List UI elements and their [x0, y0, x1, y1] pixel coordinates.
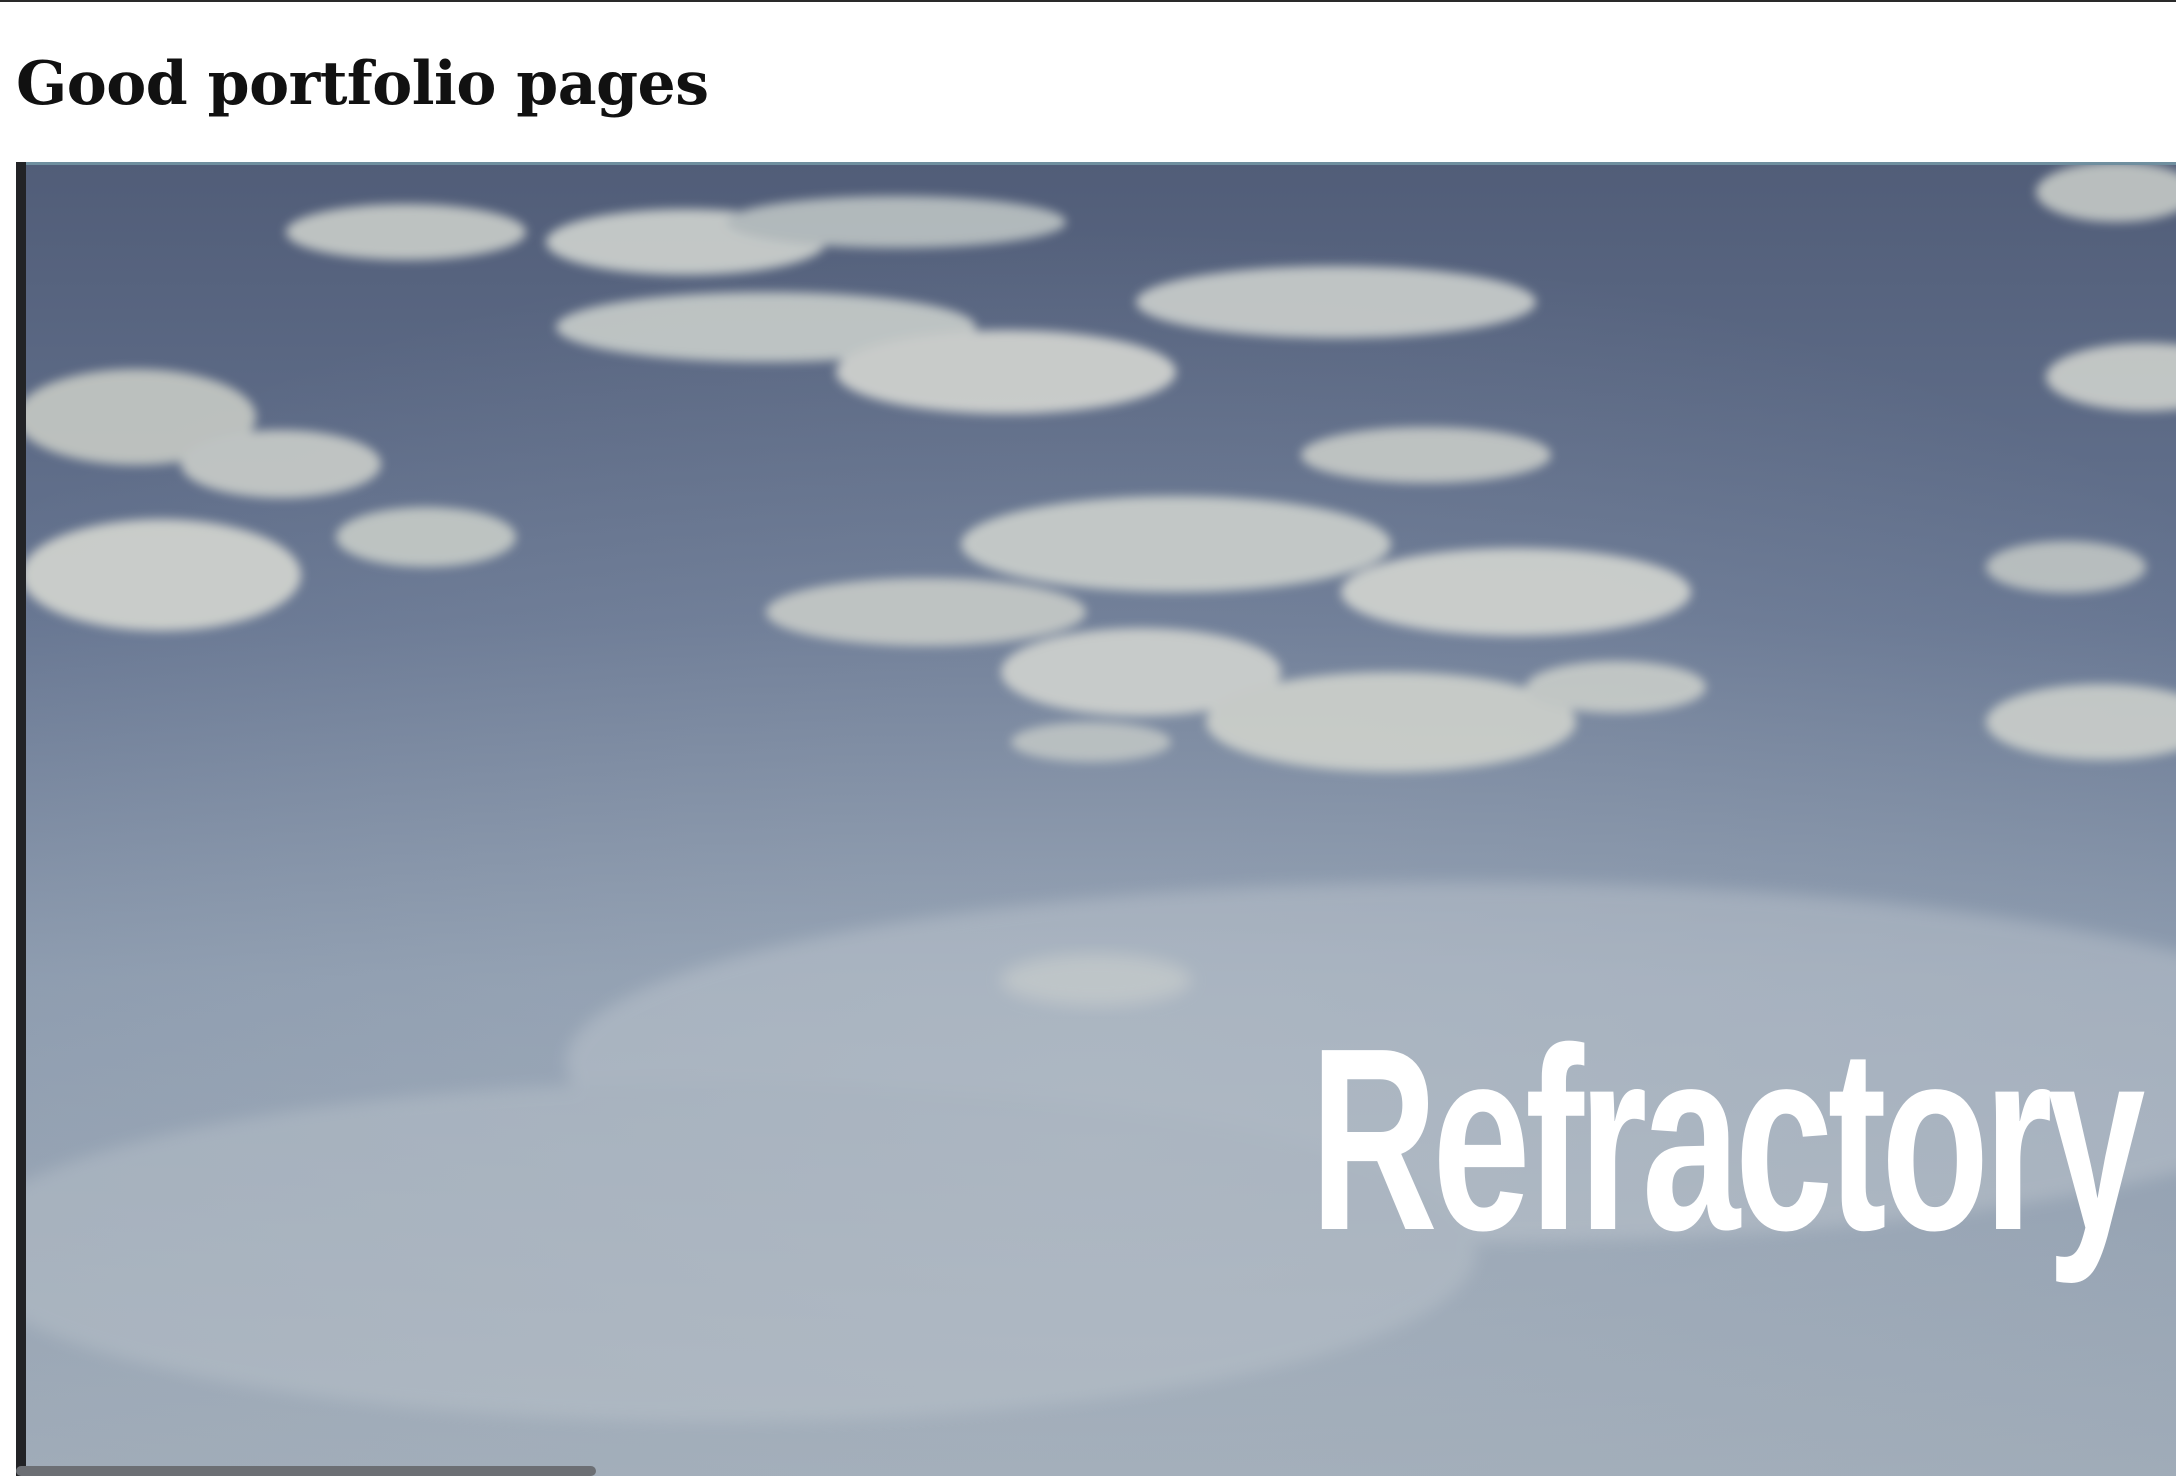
portfolio-embed-frame[interactable]: Refractory — [16, 162, 2176, 1476]
top-divider — [0, 0, 2176, 2]
page-title: Good portfolio pages — [16, 49, 709, 119]
frame-left-border — [16, 162, 26, 1476]
frame-top-border — [16, 162, 2176, 165]
browser-page: Good portfolio pages Refractory — [0, 0, 2176, 1476]
hero-title: Refractory — [1310, 995, 2145, 1285]
horizontal-scrollbar-thumb[interactable] — [16, 1466, 596, 1476]
